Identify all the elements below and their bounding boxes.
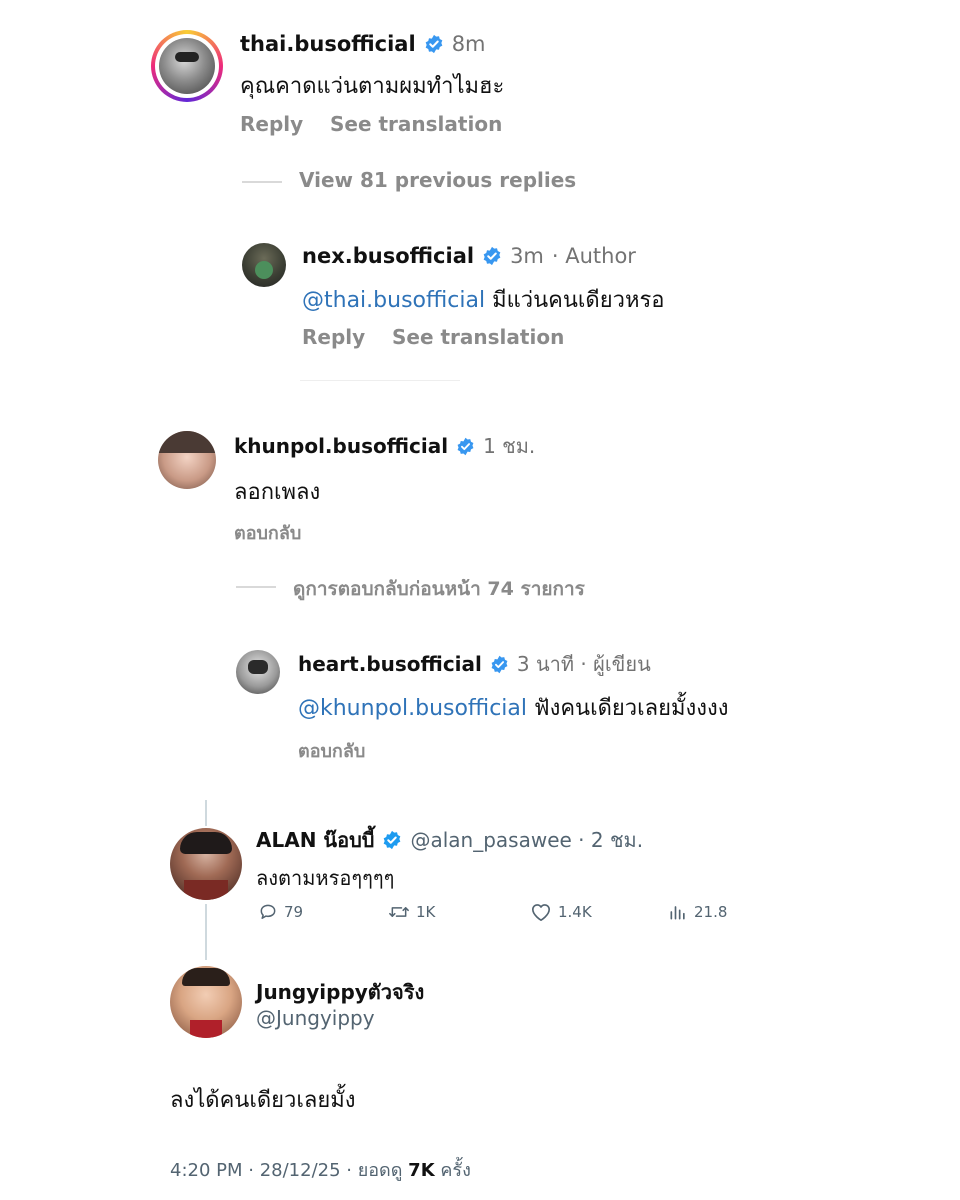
comment-time: 1 ชม. (483, 434, 536, 458)
handle-jungyippy[interactable]: @Jungyippy (256, 1006, 375, 1030)
reply-count: 79 (284, 903, 304, 921)
views-count-button[interactable]: 21.8 (668, 902, 727, 922)
view-previous-replies-button[interactable]: ดูการตอบกลับก่อนหน้า 74 รายการ (293, 574, 585, 604)
reply-time: 3m (510, 244, 544, 268)
reply-button[interactable]: ตอบกลับ (234, 518, 301, 547)
see-translation-button[interactable]: See translation (392, 325, 564, 349)
avatar-heart[interactable] (236, 650, 280, 694)
divider (236, 586, 276, 588)
mention-link[interactable]: @thai.busofficial (302, 288, 485, 313)
avatar-nex[interactable] (242, 243, 286, 287)
verified-badge-icon (384, 830, 401, 850)
reply-time-author: 3 นาที · ผู้เขียน (516, 652, 651, 676)
reply-count-button[interactable]: 79 (258, 902, 303, 922)
mention-link[interactable]: @khunpol.busofficial (298, 696, 527, 721)
reply-text: ฟังคนเดียวเลยมั้งงงง (534, 696, 729, 721)
reply-button[interactable]: Reply (302, 325, 365, 349)
comment-text: ลอกเพลง (234, 480, 321, 505)
reply-text: ลงได้คนเดียวเลยมั้ง (170, 1088, 356, 1113)
post-time-date: 4:20 PM · 28/12/25 · ยอดดู (170, 1160, 403, 1181)
comment-time: 8m (451, 32, 486, 56)
repost-count: 1K (416, 903, 436, 921)
avatar-thai[interactable] (151, 30, 223, 102)
username-khunpol[interactable]: khunpol.busofficial (234, 434, 448, 458)
reply-icon (260, 904, 276, 919)
thread-line-top (205, 800, 207, 826)
reply-button[interactable]: ตอบกลับ (298, 736, 365, 765)
reply-text: มีแว่นคนเดียวหรอ (492, 288, 665, 313)
post-text: ลงตามหรอๆๆๆๆ (256, 866, 395, 890)
post-footer: 4:20 PM · 28/12/25 · ยอดดู 7K ครั้ง (170, 1155, 471, 1184)
username-thai[interactable]: thai.busofficial (240, 32, 416, 56)
avatar-jungyippy[interactable] (170, 966, 242, 1038)
thread-line (205, 904, 207, 960)
like-count-button[interactable]: 1.4K (530, 902, 592, 922)
display-name-jungyippy[interactable]: Jungyippyตัวจริง (256, 976, 424, 1008)
see-translation-button[interactable]: See translation (330, 112, 502, 136)
handle-time: @alan_pasawee · 2 ชม. (410, 828, 644, 852)
divider (242, 181, 282, 183)
repost-icon (389, 907, 409, 917)
like-icon (532, 904, 551, 921)
like-count: 1.4K (558, 903, 592, 921)
verified-badge-icon (483, 246, 501, 266)
views-icon (670, 906, 685, 920)
repost-count-button[interactable]: 1K (388, 902, 435, 922)
username-nex[interactable]: nex.busofficial (302, 244, 474, 268)
avatar-alan[interactable] (170, 828, 242, 900)
author-label: · Author (551, 244, 636, 268)
views-count: 21.8 (694, 903, 728, 921)
reply-button[interactable]: Reply (240, 112, 303, 136)
avatar-khunpol[interactable] (158, 431, 216, 489)
username-heart[interactable]: heart.busofficial (298, 652, 482, 676)
view-suffix: ครั้ง (440, 1160, 471, 1181)
verified-badge-icon (425, 34, 443, 54)
view-count: 7K (408, 1160, 435, 1181)
verified-badge-icon (457, 437, 474, 455)
comment-text: คุณคาดแว่นตามผมทำไมฮะ (240, 74, 505, 99)
display-name-alan[interactable]: ALAN น๊อบบี้ (256, 824, 374, 856)
verified-badge-icon (491, 655, 508, 673)
view-previous-replies-button[interactable]: View 81 previous replies (299, 168, 576, 192)
section-divider (300, 380, 460, 381)
